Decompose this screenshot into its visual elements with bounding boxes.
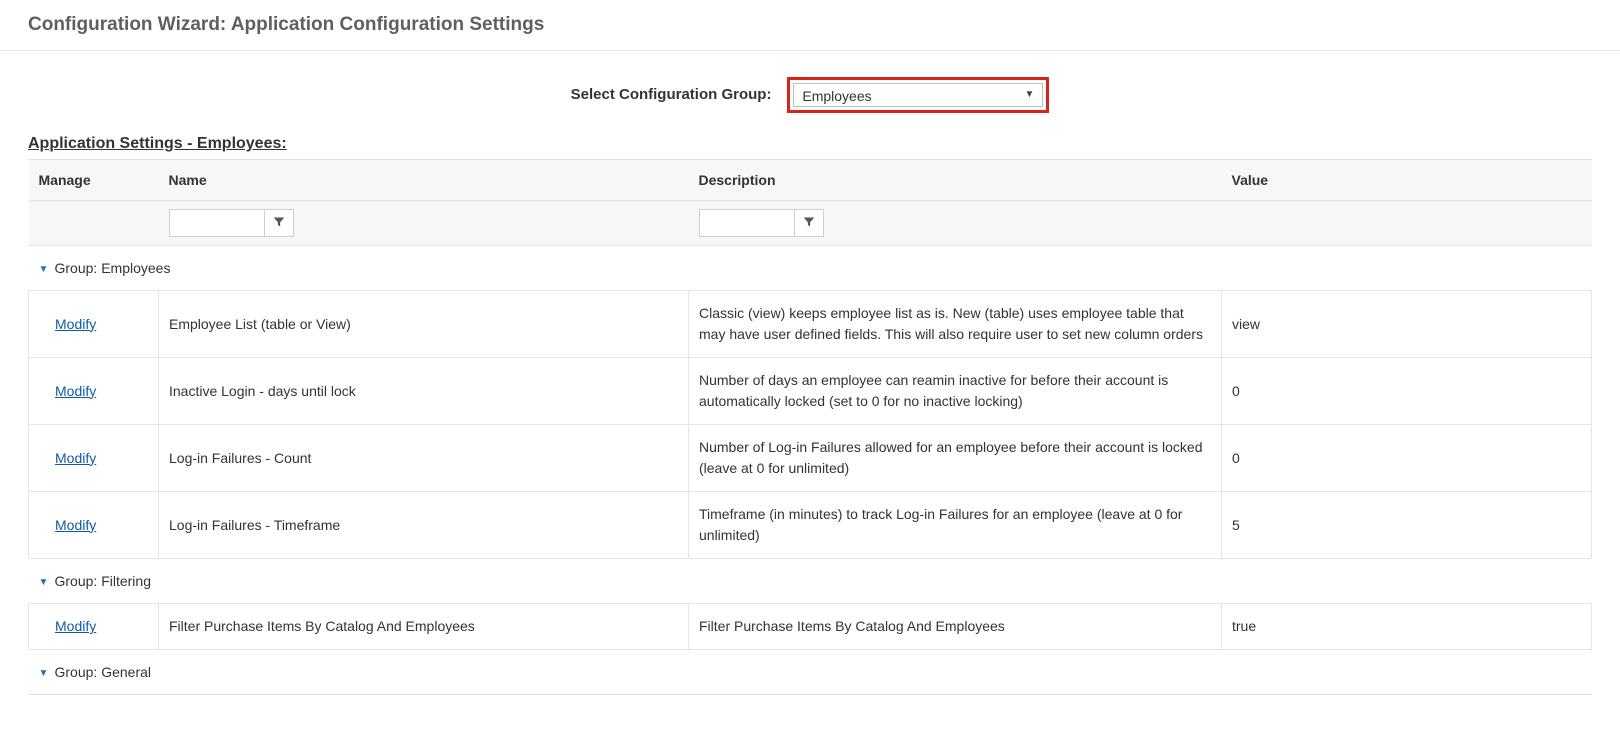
wizard-header: Configuration Wizard: Application Config… bbox=[0, 0, 1620, 51]
group-header-row: ▼ Group: Employees bbox=[29, 246, 1592, 291]
group-collapse-icon[interactable]: ▼ bbox=[39, 264, 49, 275]
funnel-icon bbox=[803, 215, 815, 231]
cell-description: Number of Log-in Failures allowed for an… bbox=[689, 425, 1222, 492]
settings-grid: Manage Name Description Value bbox=[28, 159, 1592, 695]
group-title: Group: General bbox=[55, 664, 152, 680]
filter-description-input[interactable] bbox=[699, 209, 794, 237]
cell-value: 0 bbox=[1222, 358, 1592, 425]
cell-description: Classic (view) keeps employee list as is… bbox=[689, 291, 1222, 358]
modify-link[interactable]: Modify bbox=[55, 383, 96, 399]
group-collapse-icon[interactable]: ▼ bbox=[39, 577, 49, 588]
group-header-row: ▼ Group: General bbox=[29, 650, 1592, 695]
funnel-icon bbox=[273, 215, 285, 231]
filter-description-button[interactable] bbox=[794, 209, 824, 237]
cell-name: Employee List (table or View) bbox=[159, 291, 689, 358]
settings-row: Modify Log-in Failures - CountNumber of L… bbox=[29, 425, 1592, 492]
settings-row: Modify Inactive Login - days until lockNu… bbox=[29, 358, 1592, 425]
filter-name-button[interactable] bbox=[264, 209, 294, 237]
modify-link[interactable]: Modify bbox=[55, 450, 96, 466]
group-collapse-icon[interactable]: ▼ bbox=[39, 668, 49, 679]
modify-link[interactable]: Modify bbox=[55, 618, 96, 634]
grid-header-row: Manage Name Description Value bbox=[29, 160, 1592, 201]
config-group-label: Select Configuration Group: bbox=[571, 86, 772, 103]
cell-value: 5 bbox=[1222, 492, 1592, 559]
group-title: Group: Employees bbox=[55, 260, 171, 276]
settings-row: Modify Log-in Failures - TimeframeTimefra… bbox=[29, 492, 1592, 559]
col-header-description[interactable]: Description bbox=[689, 160, 1222, 201]
cell-value: true bbox=[1222, 604, 1592, 650]
group-title: Group: Filtering bbox=[55, 573, 151, 589]
settings-row: Modify Employee List (table or View)Class… bbox=[29, 291, 1592, 358]
config-group-highlight: Employees ▼ bbox=[787, 77, 1049, 113]
col-header-value[interactable]: Value bbox=[1222, 160, 1592, 201]
modify-link[interactable]: Modify bbox=[55, 316, 96, 332]
settings-row: Modify Filter Purchase Items By Catalog A… bbox=[29, 604, 1592, 650]
cell-description: Timeframe (in minutes) to track Log-in F… bbox=[689, 492, 1222, 559]
cell-value: view bbox=[1222, 291, 1592, 358]
cell-name: Inactive Login - days until lock bbox=[159, 358, 689, 425]
section-subheader: Application Settings - Employees: bbox=[28, 135, 1592, 153]
config-group-selector: Select Configuration Group: Employees ▼ bbox=[0, 77, 1620, 113]
cell-description: Number of days an employee can reamin in… bbox=[689, 358, 1222, 425]
cell-value: 0 bbox=[1222, 425, 1592, 492]
filter-name-input[interactable] bbox=[169, 209, 264, 237]
page-title: Configuration Wizard: Application Config… bbox=[28, 14, 1592, 36]
cell-name: Log-in Failures - Timeframe bbox=[159, 492, 689, 559]
chevron-down-icon: ▼ bbox=[1024, 83, 1034, 107]
cell-name: Log-in Failures - Count bbox=[159, 425, 689, 492]
col-header-manage[interactable]: Manage bbox=[29, 160, 159, 201]
cell-name: Filter Purchase Items By Catalog And Emp… bbox=[159, 604, 689, 650]
modify-link[interactable]: Modify bbox=[55, 517, 96, 533]
grid-filter-row bbox=[29, 201, 1592, 246]
group-header-row: ▼ Group: Filtering bbox=[29, 559, 1592, 604]
config-group-selected: Employees bbox=[802, 88, 871, 104]
config-group-dropdown[interactable]: Employees ▼ bbox=[793, 83, 1043, 107]
cell-description: Filter Purchase Items By Catalog And Emp… bbox=[689, 604, 1222, 650]
col-header-name[interactable]: Name bbox=[159, 160, 689, 201]
